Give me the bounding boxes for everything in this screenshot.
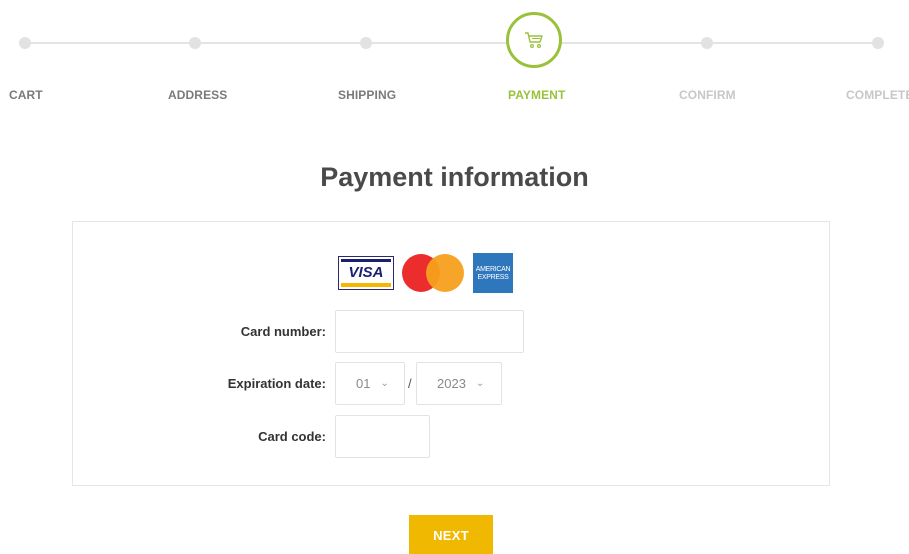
exp-month-value: 01	[356, 376, 371, 391]
next-button[interactable]: NEXT	[409, 515, 493, 554]
step-dot-confirm	[701, 37, 713, 49]
card-code-label: Card code:	[258, 429, 326, 444]
exp-month-select[interactable]: 01 ⌄	[335, 362, 405, 405]
card-code-input[interactable]	[335, 415, 430, 458]
chevron-down-icon: ⌄	[380, 378, 389, 389]
page-title: Payment information	[320, 162, 589, 192]
cart-icon	[525, 32, 543, 49]
step-indicator-payment	[506, 12, 562, 68]
visa-logo: VISA	[338, 256, 394, 290]
exp-year-value: 2023	[437, 376, 466, 391]
step-dot-address	[189, 37, 201, 49]
mastercard-logo	[402, 254, 464, 292]
step-label-payment: PAYMENT	[508, 88, 566, 102]
step-label-address[interactable]: ADDRESS	[168, 88, 227, 102]
step-dot-complete	[872, 37, 884, 49]
step-dot-cart	[19, 37, 31, 49]
step-dot-shipping	[360, 37, 372, 49]
chevron-down-icon: ⌄	[475, 378, 485, 389]
step-label-cart[interactable]: CART	[9, 88, 43, 102]
card-number-label: Card number:	[240, 324, 326, 339]
progress-line	[25, 42, 878, 44]
expiration-separator: /	[408, 376, 412, 391]
checkout-page: CART ADDRESS SHIPPING PAYMENT CONFIRM CO…	[0, 0, 909, 554]
step-label-shipping[interactable]: SHIPPING	[338, 88, 396, 102]
expiration-date-label: Expiration date:	[227, 376, 326, 391]
card-number-input[interactable]	[335, 310, 524, 353]
amex-logo: AMERICAN EXPRESS	[473, 253, 513, 293]
step-label-complete: COMPLETE	[846, 88, 909, 102]
exp-year-select[interactable]: 2023 ⌄	[416, 362, 502, 405]
step-label-confirm: CONFIRM	[679, 88, 736, 102]
